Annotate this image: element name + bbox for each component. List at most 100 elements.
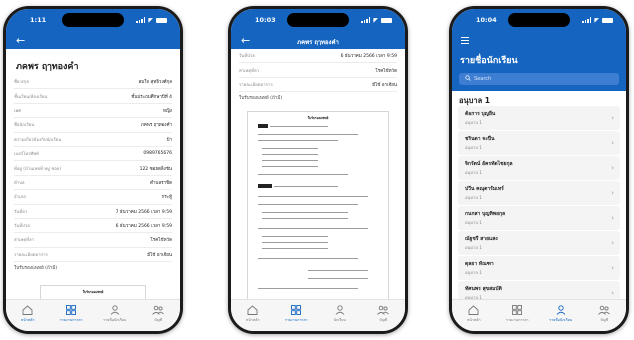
status-icons: ◤ (361, 17, 392, 24)
detail-row: รายละเอียดอาการ มีไข้ อาเจียน (239, 78, 397, 93)
nav-students[interactable]: นักเรียน (320, 304, 360, 323)
chevron-right-icon: › (611, 239, 614, 247)
detail-row: ชั้นเรียน/ห้องเรียน ชั้นประถมศึกษาปีที่ 4 (14, 89, 172, 104)
back-arrow-icon[interactable]: ← (16, 35, 25, 46)
bottom-nav: หน้าหลัก รายงานการลา รายชื่อนักเรียน บัญ… (6, 299, 180, 331)
doc-title: ใบรับรองแพทย์ (82, 290, 104, 294)
nav-label: หน้าหลัก (245, 318, 260, 322)
detail-value: ภคพร ฤๅทองคำ (140, 123, 172, 129)
nav-label: หน้าหลัก (466, 318, 481, 322)
detail-row: ที่อยู่ (บ้านเลขที่ หมู่ ซอย) 122 ซอยตลิ่… (14, 161, 172, 176)
search-icon (465, 75, 471, 83)
list-item[interactable]: ชรินดา จะปืน อนุบาล 1 › (458, 131, 620, 155)
doc-title: ใบรับรองแพทย์ (307, 116, 329, 120)
nav-students[interactable]: รายชื่อนักเรียน (95, 304, 135, 323)
student-name-heading: ภคพร ฤๅทองคำ (16, 62, 79, 72)
person-icon (110, 304, 120, 316)
person-icon (556, 304, 566, 316)
people-icon (598, 304, 611, 316)
detail-row: สาเหตุที่ลา โรคไข้หวัด (14, 233, 172, 248)
student-class: อนุบาล 1 (465, 145, 482, 150)
student-class: อนุบาล 1 (465, 270, 482, 275)
detail-value: มีไข้ อาเจียน (147, 252, 172, 258)
detail-value: 122 ซอยตลิ่งชัน (139, 166, 172, 172)
medical-certificate-image[interactable]: ใบรับรองแพทย์ (247, 111, 389, 301)
nav-report[interactable]: รายงานการลา (276, 304, 316, 323)
detail-label: ตำบล (14, 180, 25, 186)
chevron-right-icon: › (611, 189, 614, 197)
status-icons: ◤ (582, 17, 613, 24)
detail-label: วันที่ป่วย (239, 54, 255, 60)
chevron-right-icon: › (611, 214, 614, 222)
chevron-right-icon: › (611, 264, 614, 272)
list-item[interactable]: กนกสา บุญทิพยกุล อนุบาล 1 › (458, 206, 620, 230)
detail-row: รายละเอียดอาการ มีไข้ อาเจียน (14, 248, 172, 263)
detail-value: โรคไข้หวัด (375, 68, 397, 74)
battery-icon (156, 17, 167, 23)
detail-row: ชื่อ-สกุล สมใจ สุทธิวงศ์กุล (14, 75, 172, 90)
student-name: ชรินดา จะปืน (465, 136, 495, 142)
nav-account[interactable]: บัญชี (363, 304, 403, 323)
menu-icon[interactable] (461, 37, 469, 44)
nav-label: รายงานการลา (59, 318, 83, 322)
page-title: ภคพร ฤๅทองคำ (297, 39, 339, 46)
detail-value: ตำบลราชิต (150, 180, 172, 186)
list-item[interactable]: ดุลยา ทัณฑา อนุบาล 1 › (458, 256, 620, 280)
detail-value: กระทู้ (161, 195, 172, 201)
medical-cert-section-label: ใบรับรองแพทย์ (ถ้ามี) (239, 96, 283, 102)
nav-label: รายชื่อนักเรียน (549, 318, 573, 322)
medical-cert-section-label: ใบรับรองแพทย์ (ถ้ามี) (14, 266, 58, 272)
detail-value: 6 ธันวาคม 2566 เวลา 9:59 (115, 224, 172, 230)
list-item[interactable]: จิกรัตน์ อัครทัดไชยกุล อนุบาล 1 › (458, 156, 620, 180)
chevron-right-icon: › (611, 164, 614, 172)
grid-icon (66, 304, 77, 316)
detail-row: อำเภอ กระทู้ (14, 190, 172, 205)
nav-report[interactable]: รายงานการลา (51, 304, 91, 323)
search-input[interactable]: Search (459, 73, 619, 85)
detail-list: วันที่ป่วย 6 ธันวาคม 2566 เวลา 9:59 สาเหต… (239, 49, 397, 105)
detail-row: วันที่ป่วย 6 ธันวาคม 2566 เวลา 9:59 (14, 219, 172, 234)
battery-icon (602, 17, 613, 23)
chevron-right-icon: › (611, 114, 614, 122)
people-icon (152, 304, 165, 316)
list-item[interactable]: ณัฐชรี สายแสง อนุบาล 1 › (458, 231, 620, 255)
person-icon (335, 304, 345, 316)
nav-report[interactable]: รายงานการลา (497, 304, 537, 323)
list-item[interactable]: ปวีน คณุตารัมเทร์ อนุบาล 1 › (458, 181, 620, 205)
detail-label: เบอร์โทรศัพท์ (14, 152, 39, 158)
nav-home[interactable]: หน้าหลัก (454, 304, 494, 323)
home-icon (22, 304, 33, 316)
status-icons: ◤ (136, 17, 167, 24)
battery-icon (381, 17, 392, 23)
detail-row: เพศ หญิง (14, 104, 172, 119)
list-item[interactable]: ต้อการ บุญยืน อนุบาล 1 › (458, 106, 620, 130)
dynamic-island (508, 13, 570, 27)
detail-row: วันที่ลา 7 ธันวาคม 2566 เวลา 9:59 (14, 205, 172, 219)
nav-home[interactable]: หน้าหลัก (233, 304, 273, 323)
nav-account[interactable]: บัญชี (138, 304, 178, 323)
detail-label: ชื่อ-สกุล (14, 80, 29, 86)
phone-screen-leave-detail: 1:11 ◤ ← ภคพร ฤๅทองคำ ชื่อ-สกุล สมใจ สุทธ… (3, 6, 183, 334)
detail-label: วันที่ป่วย (14, 224, 30, 230)
detail-row: วันที่ป่วย 6 ธันวาคม 2566 เวลา 9:59 (239, 49, 397, 64)
nav-students[interactable]: รายชื่อนักเรียน (541, 304, 581, 323)
nav-label: บัญชี (154, 318, 163, 322)
detail-list: ชื่อ-สกุล สมใจ สุทธิวงศ์กุล ชั้นเรียน/ห้อ… (14, 75, 172, 275)
detail-label: สาเหตุที่ลา (239, 68, 260, 74)
detail-value: หญิง (163, 108, 172, 114)
signal-icon (361, 17, 371, 23)
detail-value: ชั้นประถมศึกษาปีที่ 4 (131, 94, 172, 100)
detail-row: ตำบล ตำบลราชิต (14, 176, 172, 191)
nav-label: นักเรียน (333, 318, 346, 322)
student-name: จิกรัตน์ อัครทัดไชยกุล (465, 161, 513, 167)
detail-row: ความเกี่ยวข้องกับนักเรียน ป้า (14, 133, 172, 147)
nav-account[interactable]: บัญชี (584, 304, 624, 323)
home-icon (247, 304, 258, 316)
detail-label: อำเภอ (14, 195, 26, 201)
home-icon (468, 304, 479, 316)
grid-icon (512, 304, 523, 316)
nav-home[interactable]: หน้าหลัก (8, 304, 48, 323)
student-name: ณัฐชรี สายแสง (465, 236, 498, 242)
page-title: รายชื่อนักเรียน (460, 56, 518, 66)
detail-label: รายละเอียดอาการ (239, 82, 273, 88)
